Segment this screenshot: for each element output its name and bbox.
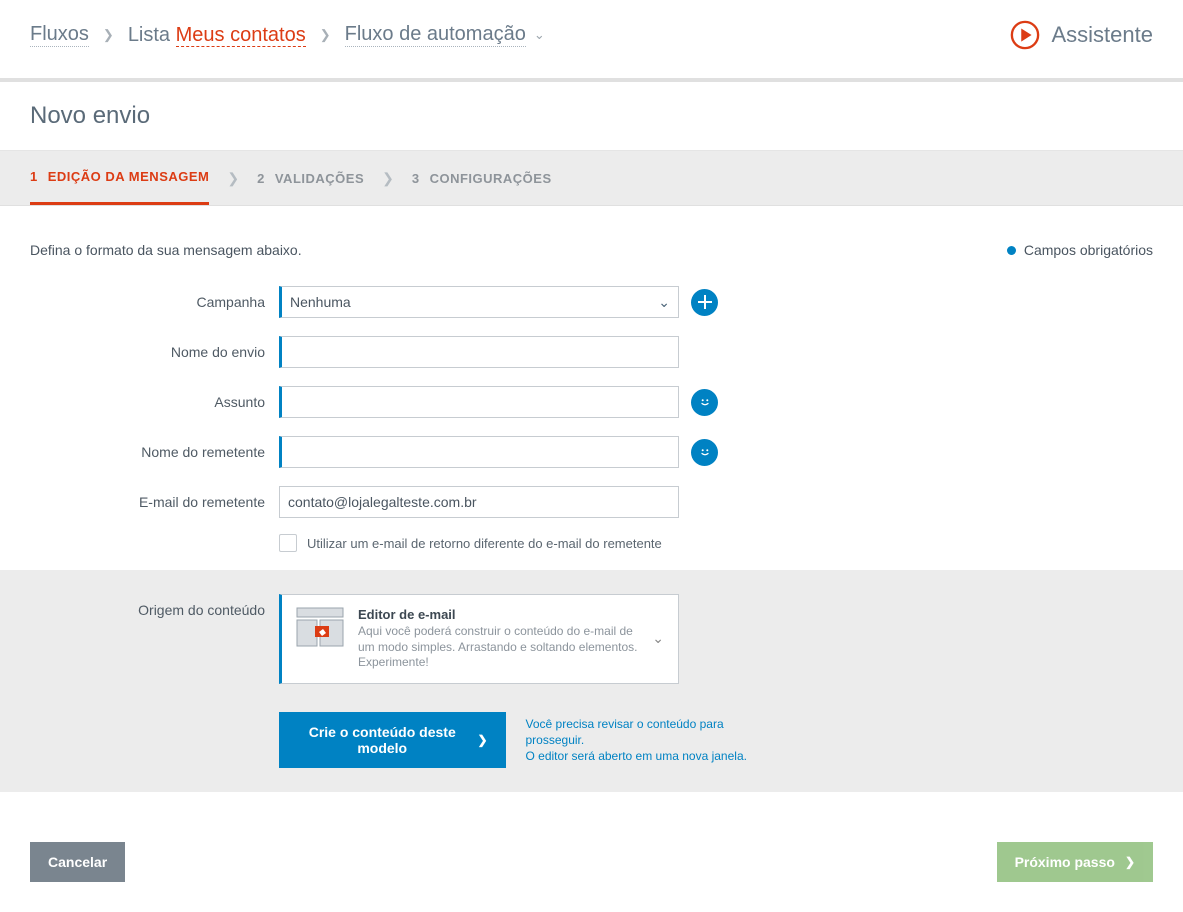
add-campaign-button[interactable]	[691, 289, 718, 316]
step-num: 1	[30, 169, 38, 184]
cta-button-label: Crie o conteúdo deste modelo	[297, 724, 467, 756]
create-content-button[interactable]: Crie o conteúdo deste modelo ❯	[279, 712, 506, 768]
origin-desc: Aqui você poderá construir o conteúdo do…	[358, 624, 638, 671]
input-subject[interactable]	[279, 386, 679, 418]
row-sender-name: Nome do remetente	[30, 436, 750, 468]
origin-section: Origem do conteúdo Editor de e-mail Aqui…	[0, 570, 1183, 792]
chevron-right-icon: ❯	[382, 170, 394, 187]
cancel-button[interactable]: Cancelar	[30, 842, 125, 882]
next-label: Próximo passo	[1015, 854, 1115, 870]
row-sender-email: E-mail do remetente	[30, 486, 750, 518]
input-sender-email[interactable]	[279, 486, 679, 518]
required-label: Campos obrigatórios	[1024, 242, 1153, 258]
content: Defina o formato da sua mensagem abaixo.…	[0, 206, 1183, 822]
assistant-button[interactable]: Assistente	[1010, 20, 1154, 50]
chevron-right-icon: ❯	[103, 27, 114, 43]
page-title-bar: Novo envio	[0, 82, 1183, 150]
row-campaign: Campanha Nenhuma ⌄	[30, 286, 750, 318]
required-fields-badge: Campos obrigatórios	[1007, 242, 1153, 258]
chevron-down-icon[interactable]: ⌄	[534, 27, 545, 43]
next-step-button[interactable]: Próximo passo ❯	[997, 842, 1153, 882]
row-reply-checkbox: Utilizar um e-mail de retorno diferente …	[279, 534, 750, 552]
top-bar: Fluxos ❯ Lista Meus contatos ❯ Fluxo de …	[0, 0, 1183, 82]
row-send-name: Nome do envio	[30, 336, 750, 368]
emoji-picker-button[interactable]	[691, 389, 718, 416]
form: Campanha Nenhuma ⌄ Nome do envio Assunto	[30, 286, 750, 552]
select-campaign[interactable]: Nenhuma ⌄	[279, 286, 679, 318]
label-sender-email: E-mail do remetente	[30, 494, 265, 510]
label-campaign: Campanha	[30, 294, 265, 310]
page-title: Novo envio	[30, 102, 1153, 130]
select-content-origin[interactable]: Editor de e-mail Aqui você poderá constr…	[279, 594, 679, 684]
input-sender-name[interactable]	[279, 436, 679, 468]
required-dot-icon	[1007, 246, 1016, 255]
chevron-right-icon: ❯	[1125, 855, 1135, 869]
label-subject: Assunto	[30, 394, 265, 410]
row-origin: Origem do conteúdo Editor de e-mail Aqui…	[30, 594, 750, 684]
assistant-label: Assistente	[1052, 22, 1154, 48]
step-label: VALIDAÇÕES	[275, 171, 364, 186]
origin-title: Editor de e-mail	[358, 607, 638, 622]
cta-note: Você precisa revisar o conteúdo para pro…	[526, 716, 751, 765]
template-editor-icon	[296, 607, 344, 647]
step-2[interactable]: 2 VALIDAÇÕES	[257, 151, 364, 205]
breadcrumb: Fluxos ❯ Lista Meus contatos ❯ Fluxo de …	[30, 23, 545, 47]
label-origin: Origem do conteúdo	[30, 594, 265, 618]
checkbox-reply-label: Utilizar um e-mail de retorno diferente …	[307, 536, 662, 551]
footer-actions: Cancelar Próximo passo ❯	[0, 822, 1183, 912]
smiley-icon	[698, 395, 712, 409]
chevron-right-icon: ❯	[227, 170, 239, 187]
chevron-down-icon: ⌄	[652, 630, 664, 647]
step-label: EDIÇÃO DA MENSAGEM	[48, 169, 210, 184]
breadcrumb-lista[interactable]: Lista Meus contatos	[128, 24, 306, 47]
select-campaign-value: Nenhuma	[290, 294, 351, 310]
chevron-right-icon: ❯	[477, 733, 487, 747]
breadcrumb-lista-name: Meus contatos	[176, 24, 306, 47]
plus-icon	[698, 295, 712, 309]
breadcrumb-lista-prefix: Lista	[128, 24, 170, 46]
chevron-right-icon: ❯	[320, 27, 331, 43]
checkbox-reply-email[interactable]	[279, 534, 297, 552]
label-sender-name: Nome do remetente	[30, 444, 265, 460]
step-num: 2	[257, 171, 265, 186]
steps-bar: 1 EDIÇÃO DA MENSAGEM ❯ 2 VALIDAÇÕES ❯ 3 …	[0, 150, 1183, 206]
emoji-picker-button[interactable]	[691, 439, 718, 466]
input-send-name[interactable]	[279, 336, 679, 368]
chevron-down-icon: ⌄	[658, 294, 670, 311]
step-1[interactable]: 1 EDIÇÃO DA MENSAGEM	[30, 151, 209, 205]
intro-text: Defina o formato da sua mensagem abaixo.	[30, 242, 302, 258]
label-send-name: Nome do envio	[30, 344, 265, 360]
step-label: CONFIGURAÇÕES	[430, 171, 552, 186]
play-circle-icon	[1010, 20, 1040, 50]
row-subject: Assunto	[30, 386, 750, 418]
breadcrumb-fluxos[interactable]: Fluxos	[30, 23, 89, 47]
breadcrumb-fluxo-automacao[interactable]: Fluxo de automação	[345, 23, 526, 47]
intro-row: Defina o formato da sua mensagem abaixo.…	[30, 242, 1153, 258]
step-num: 3	[412, 171, 420, 186]
cta-row: Crie o conteúdo deste modelo ❯ Você prec…	[279, 712, 750, 768]
step-3[interactable]: 3 CONFIGURAÇÕES	[412, 151, 552, 205]
smiley-icon	[698, 445, 712, 459]
